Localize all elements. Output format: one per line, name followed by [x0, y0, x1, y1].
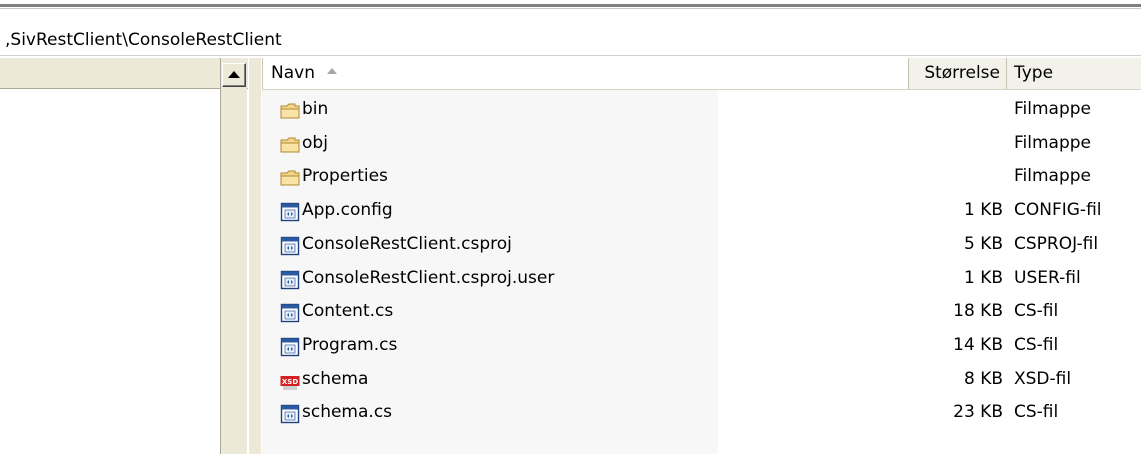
file-size: 5 KB — [963, 233, 1003, 254]
svg-text:XSD: XSD — [282, 378, 298, 386]
file-name: Program.cs — [302, 334, 398, 355]
file-name: Content.cs — [302, 301, 394, 322]
file-type: CSPROJ-fil — [1014, 233, 1099, 254]
address-divider — [0, 55, 1141, 56]
folder-tree-pane[interactable]: ✕ — [0, 58, 249, 454]
file-icon — [280, 268, 300, 289]
file-icon — [280, 200, 300, 222]
top-border-line-light — [0, 8, 1141, 9]
file-size: 8 KB — [963, 368, 1003, 389]
folder-pane-header: ✕ — [0, 58, 248, 89]
sort-ascending-icon — [326, 68, 337, 74]
folder-icon — [280, 166, 300, 186]
file-row[interactable]: XSD schema 8 KB XSD-fil — [262, 362, 1141, 396]
file-row[interactable]: ConsoleRestClient.csproj.user 1 KB USER-fi… — [262, 261, 1141, 295]
file-size — [909, 92, 1003, 126]
file-size: 23 KB — [953, 402, 1003, 423]
file-size: 14 KB — [953, 334, 1003, 355]
file-row[interactable]: ConsoleRestClient.csproj 5 KB CSPROJ-fil — [262, 227, 1141, 261]
file-name: ConsoleRestClient.csproj — [302, 233, 512, 254]
file-size: 18 KB — [953, 301, 1003, 322]
file-name: obj — [302, 132, 328, 153]
file-row[interactable]: schema.cs 23 KB CS-fil — [262, 395, 1141, 429]
file-row[interactable]: Program.cs 14 KB CS-fil — [262, 328, 1141, 362]
column-header-size[interactable]: Størrelse — [909, 58, 1007, 89]
file-type: USER-fil — [1014, 267, 1081, 288]
file-row[interactable]: Properties Filmappe — [262, 159, 1141, 193]
column-header-type[interactable]: Type — [1007, 58, 1141, 89]
file-icon — [280, 402, 300, 424]
folder-icon — [280, 133, 300, 153]
file-type: Filmappe — [1014, 99, 1092, 119]
folder-pane-scrollbar[interactable] — [220, 58, 247, 454]
file-name: schema.cs — [302, 402, 393, 423]
file-type: CONFIG-fil — [1014, 200, 1102, 221]
xsd-icon: XSD — [280, 369, 300, 390]
top-border-line — [0, 4, 1141, 7]
file-icon — [280, 335, 300, 357]
file-type: XSD-fil — [1014, 368, 1072, 389]
file-size — [909, 126, 1003, 160]
pane-splitter[interactable] — [248, 58, 261, 454]
file-type: Filmappe — [1014, 166, 1092, 187]
file-size: 1 KB — [963, 267, 1003, 288]
column-header-row: Navn Størrelse Type — [262, 58, 1141, 90]
file-size — [909, 159, 1003, 193]
window-top-edge — [0, 0, 1141, 22]
file-type: CS-fil — [1014, 301, 1059, 322]
column-header-name-label: Navn — [271, 63, 315, 83]
folder-icon — [280, 99, 300, 119]
file-type: CS-fil — [1014, 334, 1059, 355]
file-list-pane[interactable]: Navn Størrelse Type bin Filmappe obj Filmap… — [262, 58, 1141, 454]
file-name: App.config — [302, 200, 393, 221]
file-name: schema — [302, 368, 369, 389]
scroll-up-arrow-icon[interactable] — [222, 63, 246, 87]
file-icon — [280, 234, 300, 255]
file-row[interactable]: bin Filmappe — [262, 92, 1141, 126]
file-row[interactable]: obj Filmappe — [262, 126, 1141, 160]
file-name: ConsoleRestClient.csproj.user — [302, 267, 555, 288]
file-name: Properties — [302, 166, 388, 187]
file-row[interactable]: App.config 1 KB CONFIG-fil — [262, 193, 1141, 227]
file-type: CS-fil — [1014, 402, 1059, 423]
file-type: Filmappe — [1014, 132, 1092, 153]
file-row[interactable]: Content.cs 18 KB CS-fil — [262, 294, 1141, 328]
file-name: bin — [302, 99, 329, 119]
file-size: 1 KB — [963, 200, 1003, 221]
address-bar-path[interactable]: ,SivRestClient\ConsoleRestClient — [0, 26, 1141, 54]
file-icon — [280, 301, 300, 323]
column-header-name[interactable]: Navn — [262, 58, 909, 89]
